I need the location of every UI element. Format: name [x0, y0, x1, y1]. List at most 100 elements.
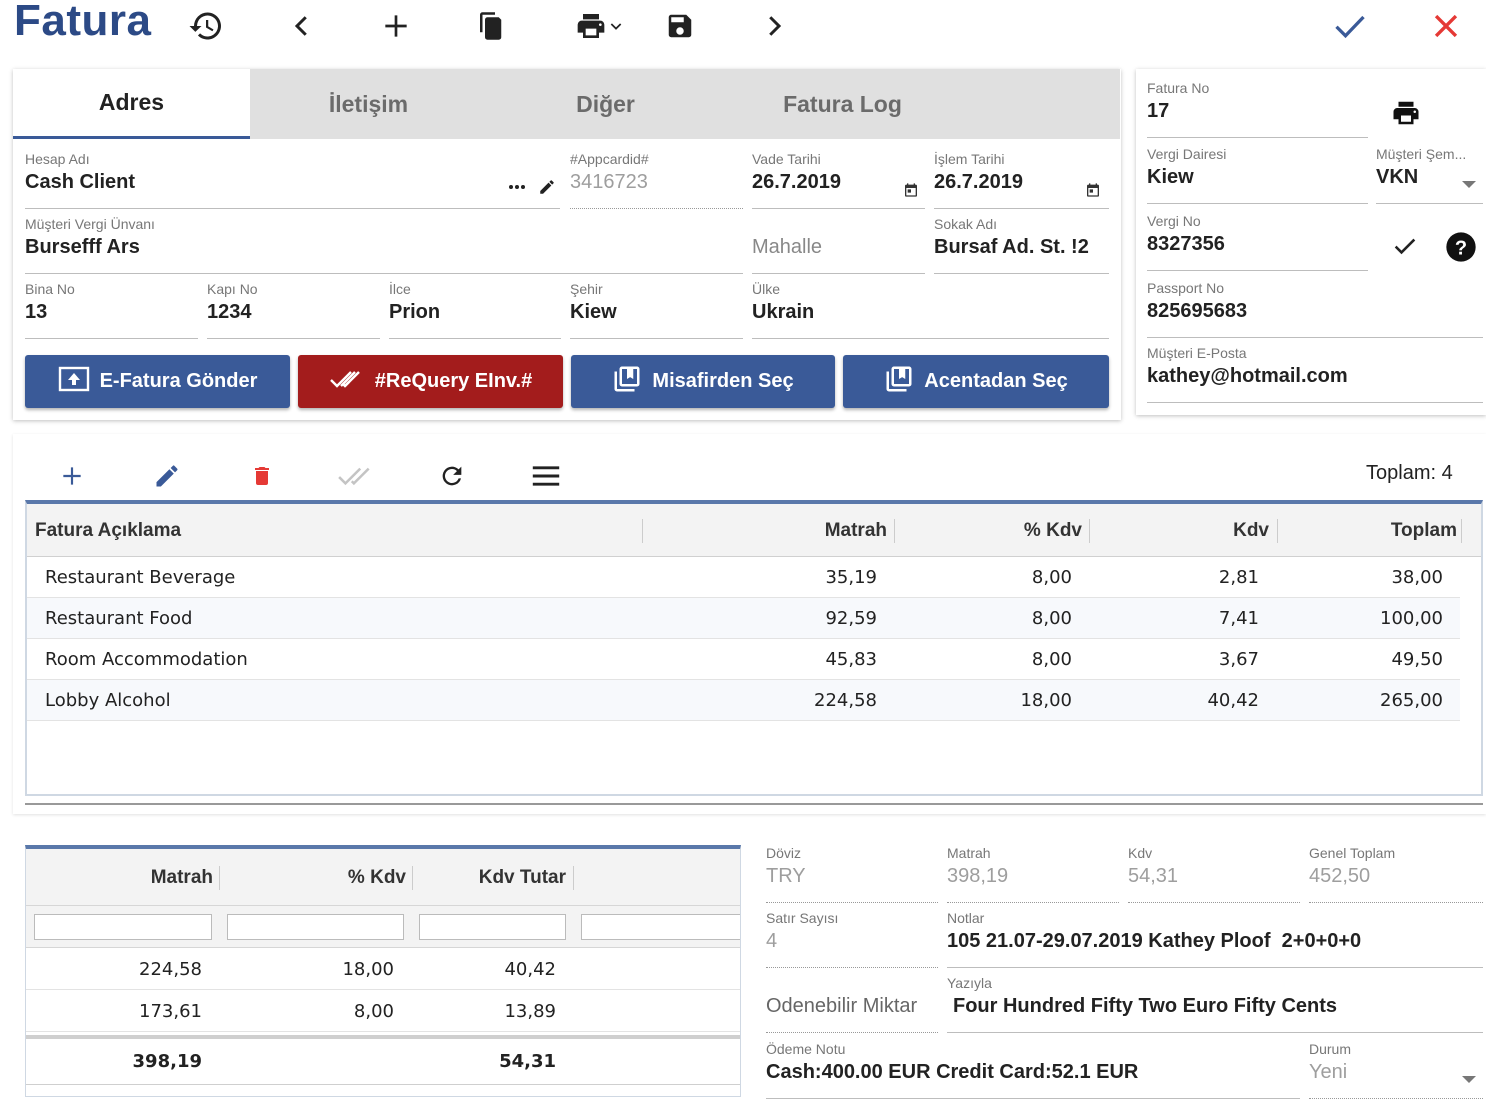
- cell-matrah: 92,59: [825, 608, 877, 629]
- genel-toplam-value: 452,50: [1309, 865, 1371, 887]
- hesap-adi-field[interactable]: Hesap Adı Cash Client: [25, 151, 560, 209]
- notlar-field[interactable]: Notlar 105 21.07-29.07.2019 Kathey Ploof…: [947, 910, 1483, 968]
- save-icon[interactable]: [662, 8, 698, 44]
- musteri-sema-select[interactable]: Müşteri Şem... VKN: [1376, 146, 1483, 204]
- yaziyla-value: Four Hundred Fifty Two Euro Fifty Cents: [953, 995, 1338, 1017]
- kapi-no-field[interactable]: Kapı No 1234: [207, 281, 380, 339]
- calendar-icon[interactable]: [1084, 181, 1102, 199]
- fatura-no-value: 17: [1147, 100, 1170, 122]
- approve-double-check-icon[interactable]: [336, 456, 376, 496]
- print-menu-icon[interactable]: [566, 8, 632, 44]
- fatura-no-field[interactable]: Fatura No 17: [1147, 80, 1368, 138]
- appcardid-value: 3416723: [570, 171, 648, 193]
- efatura-send-button[interactable]: E-Fatura Gönder: [25, 355, 290, 408]
- musteri-eposta-field[interactable]: Müşteri E-Posta kathey@hotmail.com: [1147, 345, 1483, 403]
- kapi-no-value: 1234: [207, 301, 252, 323]
- yaziyla-field[interactable]: Yazıyla Four Hundred Fifty Two Euro Fift…: [947, 975, 1483, 1033]
- total-kdv-value: 54,31: [1128, 865, 1179, 887]
- col-header-kdv[interactable]: Kdv: [1092, 504, 1269, 557]
- chevron-right-icon[interactable]: [756, 8, 792, 44]
- print-icon[interactable]: [1388, 96, 1424, 130]
- chevron-left-icon[interactable]: [284, 8, 320, 44]
- tab-fatura-log[interactable]: Fatura Log: [724, 69, 961, 139]
- ulke-field[interactable]: Ülke Ukrain: [752, 281, 1109, 339]
- filter-kdv-tutar-input[interactable]: [419, 914, 566, 940]
- history-icon[interactable]: [188, 8, 224, 44]
- islem-tarihi-label: İşlem Tarihi: [934, 151, 1005, 167]
- summary-cell-kdv-pct: 18,00: [342, 959, 394, 980]
- musteri-vergi-unvani-field[interactable]: Müşteri Vergi Ünvanı Bursefff Ars: [25, 216, 743, 274]
- menu-hamburger-icon[interactable]: [526, 456, 566, 496]
- filter-kdv-pct-input[interactable]: [227, 914, 404, 940]
- sehir-value: Kiew: [570, 301, 617, 323]
- odenebilir-miktar-field: Odenebilir Miktar: [766, 975, 938, 1033]
- vergi-no-field[interactable]: Vergi No 8327356: [1147, 213, 1368, 271]
- ilce-label: İlce: [389, 281, 411, 297]
- acentadan-sec-button[interactable]: Acentadan Seç: [843, 355, 1109, 408]
- edit-row-icon[interactable]: [147, 456, 187, 496]
- table-row[interactable]: Lobby Alcohol 224,58 18,00 40,42 265,00: [27, 680, 1460, 721]
- sokak-adi-field[interactable]: Sokak Adı Bursaf Ad. St. !2: [934, 216, 1109, 274]
- bina-no-field[interactable]: Bina No 13: [25, 281, 198, 339]
- summary-col-kdv-tutar[interactable]: Kdv Tutar: [416, 849, 566, 906]
- passport-no-value: 825695683: [1147, 300, 1248, 322]
- misafirden-sec-button[interactable]: Misafirden Seç: [571, 355, 835, 408]
- filter-extra-input[interactable]: [581, 914, 740, 940]
- cell-kdv-pct: 8,00: [1031, 608, 1072, 629]
- ilce-field[interactable]: İlce Prion: [389, 281, 561, 339]
- calendar-icon[interactable]: [902, 181, 920, 199]
- durum-select[interactable]: Durum Yeni: [1309, 1041, 1483, 1099]
- edit-pencil-icon[interactable]: [537, 177, 557, 197]
- passport-no-field[interactable]: Passport No 825695683: [1147, 280, 1483, 338]
- filter-matrah-input[interactable]: [34, 914, 212, 940]
- islem-tarihi-field[interactable]: İşlem Tarihi 26.7.2019: [934, 151, 1109, 209]
- sehir-label: Şehir: [570, 281, 603, 297]
- refresh-icon[interactable]: [432, 456, 472, 496]
- tab-iletisim[interactable]: İletişim: [250, 69, 487, 139]
- fatura-no-label: Fatura No: [1147, 80, 1210, 96]
- delete-trash-icon[interactable]: [242, 456, 282, 496]
- hesap-adi-label: Hesap Adı: [25, 151, 90, 167]
- vade-tarihi-field[interactable]: Vade Tarihi 26.7.2019: [752, 151, 925, 209]
- musteri-sema-value: VKN: [1376, 166, 1419, 188]
- add-icon[interactable]: [378, 8, 414, 44]
- col-header-kdv-pct[interactable]: % Kdv: [897, 504, 1082, 557]
- satir-sayisi-label: Satır Sayısı: [766, 910, 839, 926]
- summary-row[interactable]: 173,61 8,00 13,89: [26, 991, 740, 1032]
- tab-diger[interactable]: Diğer: [487, 69, 724, 139]
- doviz-field: Döviz TRY: [766, 845, 938, 903]
- col-header-matrah[interactable]: Matrah: [647, 504, 887, 557]
- confirm-check-icon[interactable]: [1332, 8, 1368, 44]
- cell-aciklama: Lobby Alcohol: [45, 690, 171, 711]
- cancel-close-icon[interactable]: [1428, 8, 1464, 44]
- line-items-grid: Fatura Açıklama Matrah % Kdv Kdv Toplam …: [25, 500, 1483, 796]
- table-row[interactable]: Room Accommodation 45,83 8,00 3,67 49,50: [27, 639, 1460, 680]
- tab-adres[interactable]: Adres: [13, 69, 250, 139]
- add-row-icon[interactable]: [52, 456, 92, 496]
- sehir-field[interactable]: Şehir Kiew: [570, 281, 743, 339]
- kapi-no-label: Kapı No: [207, 281, 258, 297]
- appcardid-field: #Appcardid# 3416723: [570, 151, 743, 209]
- table-row[interactable]: Restaurant Food 92,59 8,00 7,41 100,00: [27, 598, 1460, 639]
- svg-text:?: ?: [1455, 237, 1467, 259]
- cell-kdv: 2,81: [1218, 567, 1259, 588]
- summary-row[interactable]: 224,58 18,00 40,42: [26, 949, 740, 990]
- col-header-toplam[interactable]: Toplam: [1280, 504, 1457, 557]
- table-row[interactable]: Restaurant Beverage 35,19 8,00 2,81 38,0…: [27, 557, 1460, 598]
- summary-col-kdv-pct[interactable]: % Kdv: [226, 849, 406, 906]
- islem-tarihi-value: 26.7.2019: [934, 171, 1023, 193]
- odeme-notu-field[interactable]: Ödeme Notu Cash:400.00 EUR Credit Card:5…: [766, 1041, 1300, 1099]
- copy-icon[interactable]: [472, 8, 508, 44]
- summary-col-matrah[interactable]: Matrah: [26, 849, 213, 906]
- odeme-notu-value: Cash:400.00 EUR Credit Card:52.1 EUR: [766, 1061, 1139, 1083]
- col-header-aciklama[interactable]: Fatura Açıklama: [35, 504, 181, 557]
- more-icon[interactable]: [507, 177, 527, 197]
- total-kdv-label: Kdv: [1128, 845, 1153, 861]
- cell-toplam: 49,50: [1391, 649, 1443, 670]
- vergi-dairesi-field[interactable]: Vergi Dairesi Kiew: [1147, 146, 1368, 204]
- validate-check-icon[interactable]: [1388, 230, 1422, 262]
- summary-total-row: 398,19 54,31: [26, 1035, 740, 1085]
- help-icon[interactable]: ?: [1444, 230, 1478, 264]
- mahalle-field[interactable]: Mahalle: [752, 216, 925, 274]
- requery-einv-button[interactable]: #ReQuery EInv.#: [298, 355, 563, 408]
